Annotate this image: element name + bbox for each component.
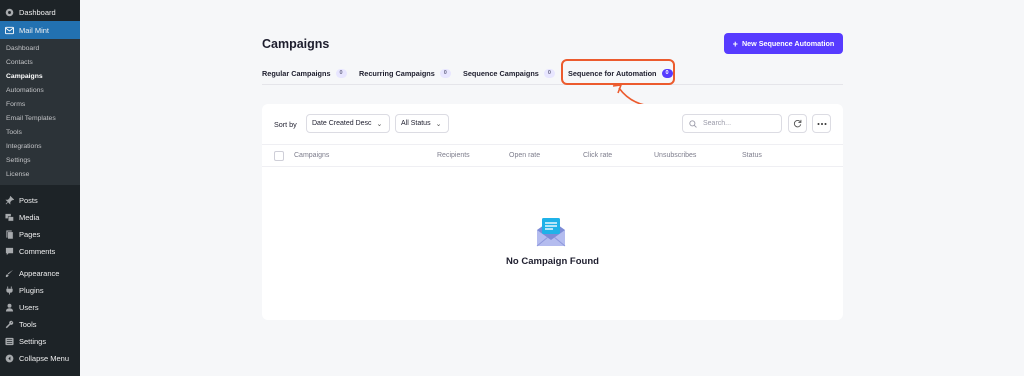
sort-select[interactable]: Date Created Desc ⌄ [306, 114, 390, 133]
more-options-button[interactable] [812, 114, 831, 133]
search-icon [689, 119, 697, 128]
menu-tools-label: Tools [19, 319, 37, 329]
menu-plugins-label: Plugins [19, 285, 44, 295]
submenu-integrations[interactable]: Integrations [6, 143, 42, 150]
menu-media[interactable]: Media [0, 208, 80, 226]
menu-appearance[interactable]: Appearance [0, 264, 80, 282]
search-placeholder: Search... [703, 120, 732, 127]
settings-icon [5, 337, 14, 345]
page-title: Campaigns [262, 37, 330, 51]
submenu-email-templates[interactable]: Email Templates [6, 115, 56, 122]
chevron-down-icon: ⌄ [376, 120, 383, 128]
tab-label: Sequence Campaigns [463, 68, 539, 78]
submenu-campaigns[interactable]: Campaigns [6, 73, 43, 80]
menu-users-label: Users [19, 302, 39, 312]
column-unsubscribes: Unsubscribes [654, 152, 697, 159]
menu-collapse[interactable]: Collapse Menu [0, 349, 80, 367]
submenu-automations[interactable]: Automations [6, 87, 44, 94]
menu-users[interactable]: Users [0, 298, 80, 316]
media-icon [5, 213, 14, 221]
column-status: Status [742, 152, 762, 159]
more-horizontal-icon [817, 122, 826, 125]
chevron-down-icon: ⌄ [435, 120, 442, 128]
column-click-rate: Click rate [583, 152, 613, 159]
menu-settings[interactable]: Settings [0, 332, 80, 350]
brush-icon [5, 269, 14, 277]
submenu-contacts[interactable]: Contacts [6, 59, 33, 66]
tab-regular-campaigns[interactable]: Regular Campaigns 0 [262, 66, 347, 80]
admin-sidebar: Dashboard Mail Mint Dashboard Contacts C… [0, 0, 80, 376]
menu-collapse-label: Collapse Menu [19, 353, 70, 363]
menu-pages[interactable]: Pages [0, 225, 80, 243]
submenu-forms[interactable]: Forms [6, 101, 25, 108]
tab-sequence-campaigns[interactable]: Sequence Campaigns 0 [463, 66, 555, 80]
submenu-tools[interactable]: Tools [6, 129, 22, 136]
comment-icon [5, 247, 14, 255]
table-header: Campaigns Recipients Open rate Click rat… [262, 144, 843, 167]
tab-recurring-campaigns[interactable]: Recurring Campaigns 0 [359, 66, 451, 80]
tab-label: Recurring Campaigns [359, 68, 435, 78]
new-sequence-automation-label: New Sequence Automation [741, 39, 835, 48]
menu-posts[interactable]: Posts [0, 191, 80, 209]
new-sequence-automation-button[interactable]: + New Sequence Automation [724, 33, 843, 54]
menu-mail-mint-label: Mail Mint [19, 25, 50, 35]
submenu-dashboard[interactable]: Dashboard [6, 45, 39, 52]
mail-icon [5, 26, 14, 34]
menu-comments[interactable]: Comments [0, 242, 80, 260]
menu-settings-label: Settings [19, 336, 47, 346]
menu-dashboard[interactable]: Dashboard [0, 3, 80, 21]
refresh-icon [793, 119, 802, 128]
column-campaigns: Campaigns [294, 152, 330, 159]
menu-dashboard-label: Dashboard [19, 7, 56, 17]
pin-icon [5, 195, 14, 205]
status-select-value: All Status [401, 120, 431, 127]
status-select[interactable]: All Status ⌄ [395, 114, 449, 133]
plus-icon: + [732, 38, 738, 49]
select-all-checkbox[interactable] [274, 151, 284, 161]
search-input[interactable]: Search... [682, 114, 782, 133]
menu-appearance-label: Appearance [19, 268, 60, 278]
tab-count-badge: 0 [543, 68, 555, 78]
empty-state-message: No Campaign Found [506, 256, 599, 267]
menu-media-label: Media [19, 212, 40, 222]
plug-icon [6, 285, 13, 295]
submenu-license[interactable]: License [6, 171, 29, 178]
tab-count-badge: 0 [335, 68, 347, 78]
sort-by-label: Sort by [274, 120, 297, 129]
menu-plugins[interactable]: Plugins [0, 281, 80, 299]
menu-mail-mint[interactable]: Mail Mint [0, 21, 80, 39]
submenu-settings[interactable]: Settings [6, 157, 31, 164]
user-icon [5, 303, 14, 312]
menu-posts-label: Posts [19, 195, 38, 205]
tab-label: Regular Campaigns [262, 68, 331, 78]
tabs-divider [262, 84, 843, 85]
tab-count-badge: 0 [439, 68, 451, 78]
campaigns-card: Sort by Date Created Desc ⌄ All Status ⌄… [262, 104, 843, 320]
wrench-icon [5, 320, 14, 328]
empty-mail-icon [536, 218, 566, 247]
sort-select-value: Date Created Desc [312, 120, 372, 127]
collapse-icon [5, 354, 14, 362]
column-open-rate: Open rate [509, 152, 541, 159]
pages-icon [6, 229, 14, 239]
refresh-button[interactable] [788, 114, 807, 133]
menu-pages-label: Pages [19, 229, 41, 239]
menu-tools[interactable]: Tools [0, 315, 80, 333]
column-recipients: Recipients [437, 152, 470, 159]
menu-comments-label: Comments [19, 246, 56, 256]
dashboard-icon [5, 8, 14, 16]
mail-mint-submenu: Dashboard Contacts Campaigns Automations… [0, 39, 80, 185]
